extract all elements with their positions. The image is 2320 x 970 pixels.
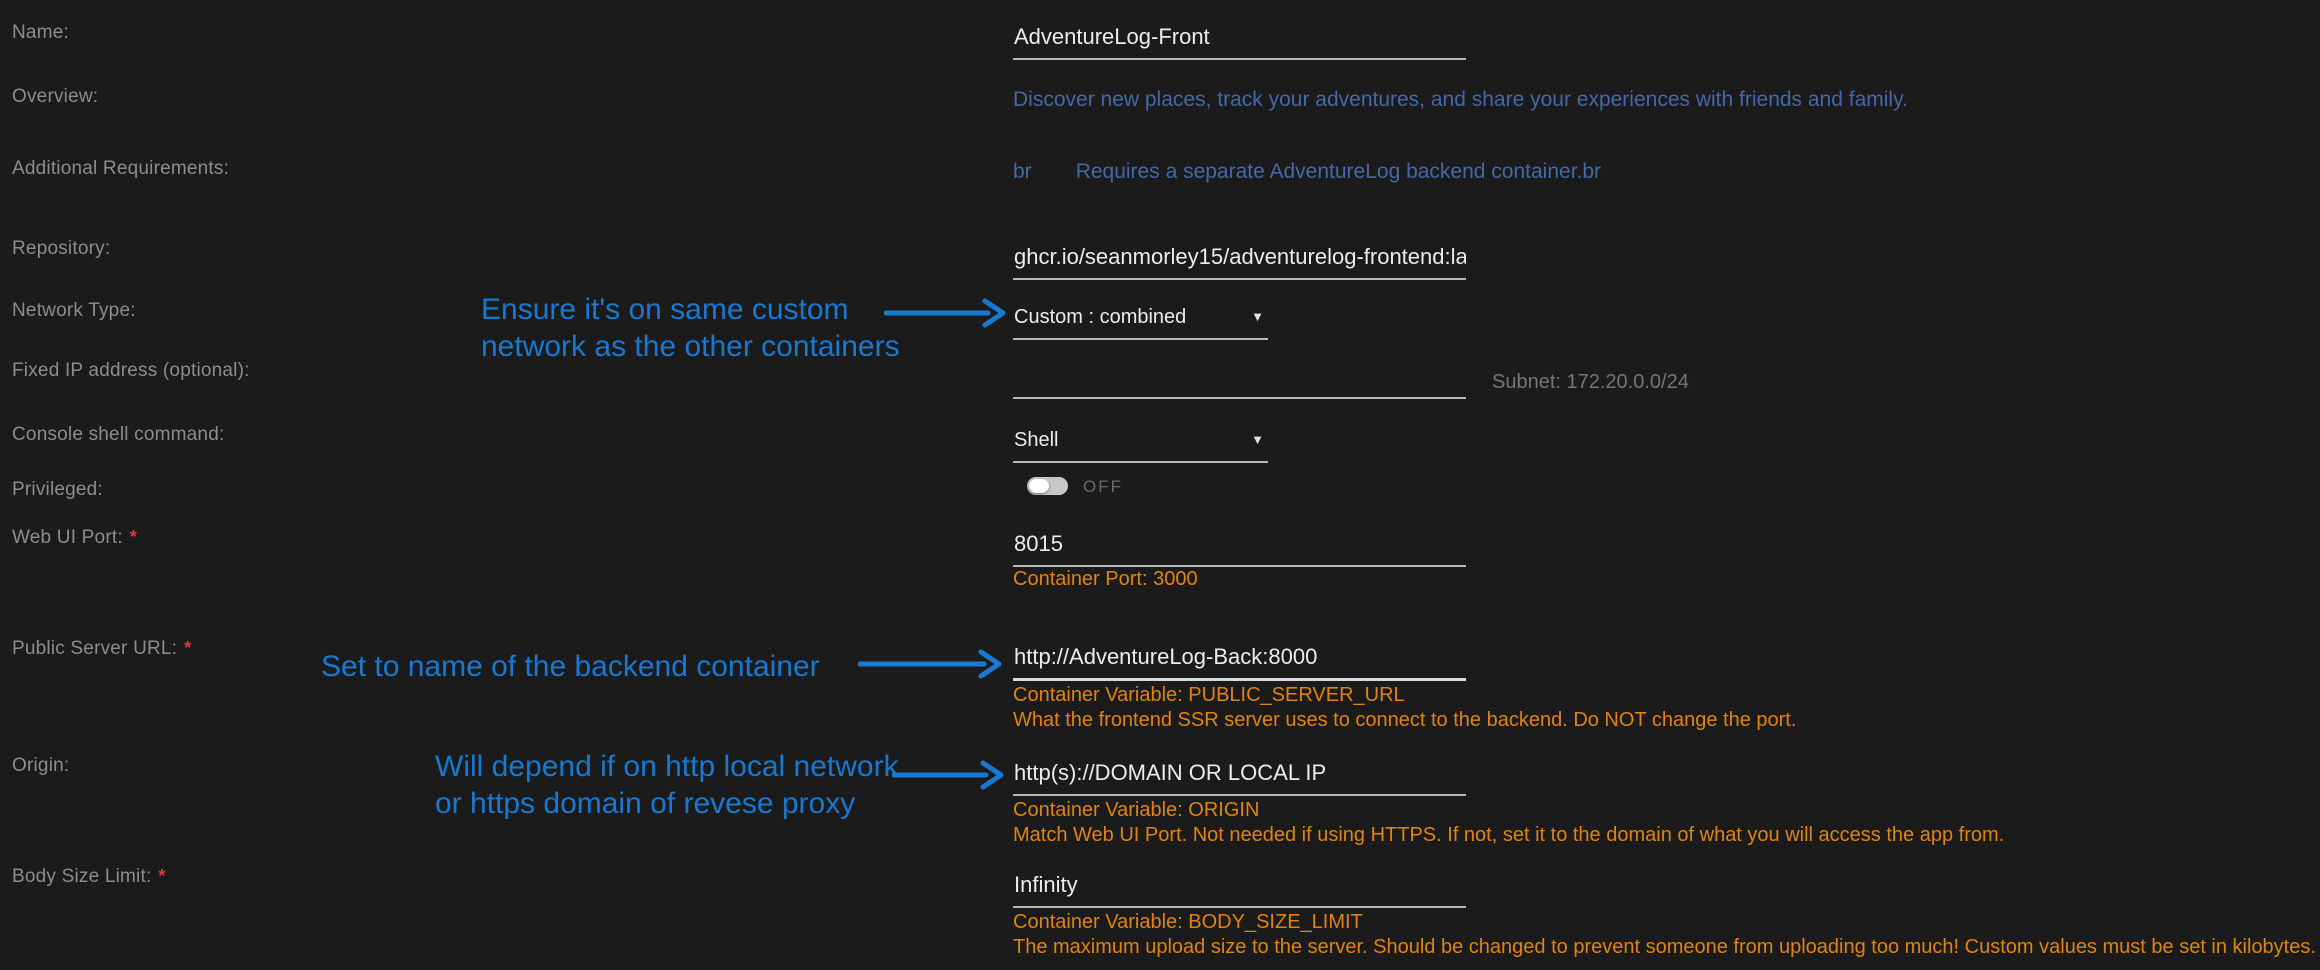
origin-annotation: Will depend if on http local network or … bbox=[435, 748, 899, 822]
required-asterisk: * bbox=[184, 638, 191, 658]
body-size-limit-label: Body Size Limit:* bbox=[12, 866, 166, 888]
public-server-url-variable: Container Variable: PUBLIC_SERVER_URL bbox=[1013, 684, 1405, 707]
body-size-limit-variable: Container Variable: BODY_SIZE_LIMIT bbox=[1013, 911, 1363, 934]
console-shell-label: Console shell command: bbox=[12, 424, 224, 446]
origin-input[interactable] bbox=[1013, 760, 1466, 796]
additional-requirements-description: brRequires a separate AdventureLog backe… bbox=[1013, 160, 1601, 184]
overview-description: Discover new places, track your adventur… bbox=[1013, 88, 1908, 112]
body-size-limit-help-text: The maximum upload size to the server. S… bbox=[1013, 936, 2316, 959]
privileged-label: Privileged: bbox=[12, 479, 103, 501]
web-ui-port-label: Web UI Port:* bbox=[12, 527, 137, 549]
public-server-url-help-text: What the frontend SSR server uses to con… bbox=[1013, 709, 1796, 732]
privileged-toggle-state: OFF bbox=[1083, 478, 1123, 496]
annotation-arrow-icon bbox=[884, 295, 1008, 331]
fixed-ip-input[interactable] bbox=[1013, 366, 1466, 399]
console-shell-select[interactable]: Shell ▼ bbox=[1013, 428, 1268, 463]
network-type-value: Custom : combined bbox=[1014, 305, 1186, 329]
repository-input[interactable] bbox=[1013, 244, 1466, 280]
toggle-knob-icon bbox=[1029, 479, 1049, 493]
origin-variable: Container Variable: ORIGIN bbox=[1013, 799, 1259, 822]
origin-label: Origin: bbox=[12, 755, 69, 777]
overview-label: Overview: bbox=[12, 86, 98, 108]
public-server-url-annotation: Set to name of the backend container bbox=[321, 648, 820, 685]
public-server-url-label: Public Server URL:* bbox=[12, 638, 191, 660]
network-type-select[interactable]: Custom : combined ▼ bbox=[1013, 305, 1268, 340]
web-ui-port-helper: Container Port: 3000 bbox=[1013, 568, 1198, 591]
required-asterisk: * bbox=[130, 527, 137, 547]
repository-label: Repository: bbox=[12, 238, 110, 260]
dropdown-caret-icon: ▼ bbox=[1251, 305, 1264, 329]
name-label: Name: bbox=[12, 22, 69, 44]
annotation-arrow-icon bbox=[858, 646, 1004, 682]
required-asterisk: * bbox=[158, 866, 165, 886]
privileged-toggle[interactable] bbox=[1027, 477, 1068, 495]
body-size-limit-input[interactable] bbox=[1013, 872, 1466, 908]
web-ui-port-input[interactable] bbox=[1013, 531, 1466, 567]
network-type-label: Network Type: bbox=[12, 300, 136, 322]
dropdown-caret-icon: ▼ bbox=[1251, 428, 1264, 452]
console-shell-value: Shell bbox=[1014, 428, 1058, 452]
fixed-ip-label: Fixed IP address (optional): bbox=[12, 360, 250, 382]
subnet-note: Subnet: 172.20.0.0/24 bbox=[1492, 371, 1689, 394]
annotation-arrow-icon bbox=[892, 757, 1006, 793]
additional-requirements-label: Additional Requirements: bbox=[12, 158, 229, 180]
public-server-url-input[interactable] bbox=[1013, 644, 1466, 681]
network-annotation: Ensure it's on same custom network as th… bbox=[481, 291, 900, 365]
container-settings-form: Name: Overview: Additional Requirements:… bbox=[0, 0, 2320, 970]
origin-help-text: Match Web UI Port. Not needed if using H… bbox=[1013, 824, 2004, 847]
name-input[interactable] bbox=[1013, 24, 1466, 60]
br-tag-text: br bbox=[1013, 160, 1032, 183]
